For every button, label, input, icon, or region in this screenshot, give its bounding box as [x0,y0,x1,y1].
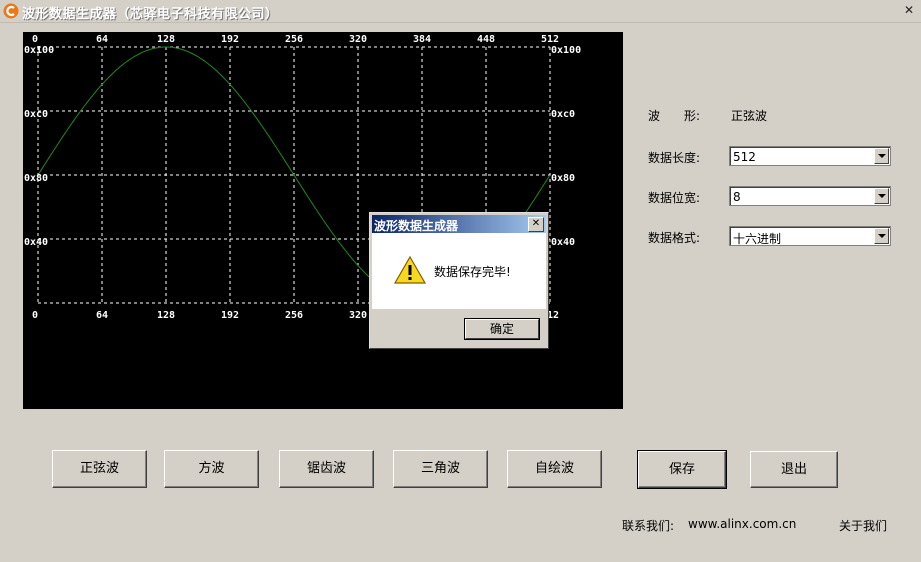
data-width-value: 8 [733,190,741,204]
x-axis-bottom-tick-label: 0 [32,310,38,321]
y-axis-left-tick-label: 0xc0 [24,109,48,120]
x-axis-top-tick-label: 64 [96,34,108,45]
waveform-label: 波 形: [648,109,701,123]
x-axis-top-tick-label: 512 [541,34,559,45]
about-link[interactable]: 关于我们 [839,517,887,534]
dialog-close-button[interactable]: ✕ [528,217,544,232]
save-button[interactable]: 保存 [637,450,727,489]
x-axis-top-tick-label: 256 [285,34,303,45]
triangle-wave-button[interactable]: 三角波 [393,450,488,488]
window-title: 波形数据生成器（芯驿电子科技有限公司） [22,7,279,22]
data-width-label: 数据位宽: [648,191,701,205]
y-axis-right-tick-label: 0x40 [551,237,575,248]
exit-button[interactable]: 退出 [750,451,838,488]
square-wave-button[interactable]: 方波 [164,450,259,488]
website-link[interactable]: www.alinx.com.cn [688,517,796,531]
dialog-body: 数据保存完毕! [372,233,546,309]
chevron-down-icon[interactable] [874,188,889,204]
x-axis-top-tick-label: 0 [32,34,38,45]
window-close-button[interactable]: ✕ [901,3,917,17]
x-axis-top-tick-label: 128 [157,34,175,45]
x-axis-bottom-tick-label: 128 [157,310,175,321]
x-axis-bottom-tick-label: 64 [96,310,108,321]
data-length-label: 数据长度: [648,151,701,165]
x-axis-top-tick-label: 448 [477,34,495,45]
app-icon [3,3,19,19]
x-axis-bottom-tick-label: 256 [285,310,303,321]
warning-icon [394,255,426,284]
x-axis-bottom-tick-label: 320 [349,310,367,321]
dialog-title: 波形数据生成器 [374,219,459,233]
y-axis-left-tick-label: 0x80 [24,173,48,184]
sawtooth-wave-button[interactable]: 锯齿波 [279,450,374,488]
contact-label: 联系我们: [622,519,675,533]
y-axis-left-tick-label: 0x100 [24,45,54,56]
chevron-down-icon[interactable] [874,228,889,244]
waveform-value: 正弦波 [731,109,768,123]
x-axis-top-tick-label: 384 [413,34,431,45]
y-axis-right-tick-label: 0x80 [551,173,575,184]
data-length-select[interactable]: 512 [729,146,891,166]
y-axis-left-tick-label: 0x40 [24,237,48,248]
x-axis-bottom-tick-label: 192 [221,310,239,321]
x-axis-top-tick-label: 192 [221,34,239,45]
dialog-message: 数据保存完毕! [434,265,511,279]
sine-wave-button[interactable]: 正弦波 [52,450,147,488]
custom-wave-button[interactable]: 自绘波 [507,450,602,488]
data-length-value: 512 [733,150,756,164]
data-format-select[interactable]: 十六进制 [729,226,891,246]
x-axis-top-tick-label: 320 [349,34,367,45]
dialog-title-bar: 波形数据生成器 ✕ [372,215,546,233]
save-complete-dialog: 波形数据生成器 ✕ 数据保存完毕! 确定 [369,212,549,349]
ok-button[interactable]: 确定 [464,318,540,340]
data-format-label: 数据格式: [648,231,701,245]
title-bar: 波形数据生成器（芯驿电子科技有限公司） ✕ [0,0,921,23]
data-width-select[interactable]: 8 [729,186,891,206]
data-format-value: 十六进制 [733,232,782,246]
y-axis-right-tick-label: 0x100 [551,45,581,56]
chevron-down-icon[interactable] [874,148,889,164]
y-axis-right-tick-label: 0xc0 [551,109,575,120]
